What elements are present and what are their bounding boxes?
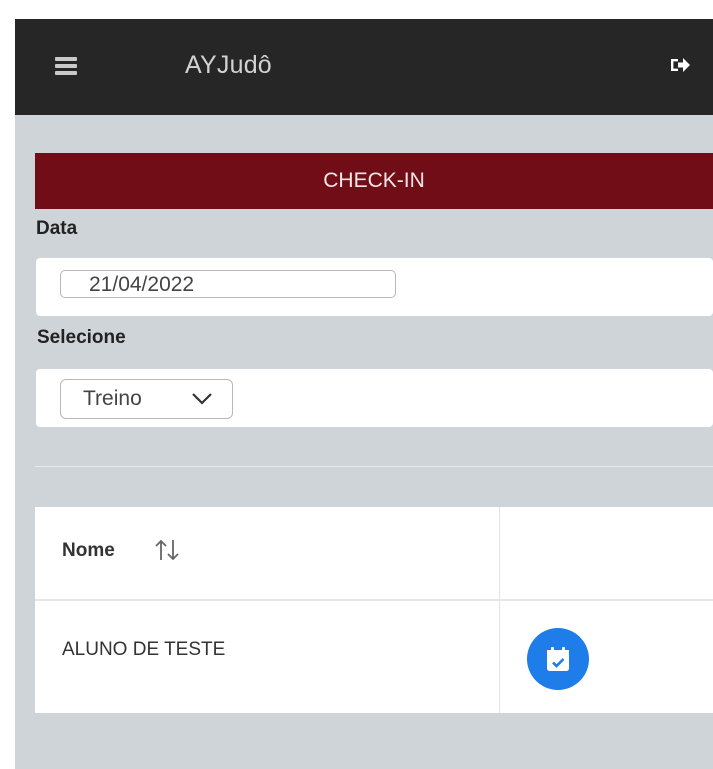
column-header-nome[interactable]: Nome — [62, 540, 115, 562]
calendar-check-icon — [547, 647, 569, 671]
app-frame: AYJudô CHECK-IN Data 21/04/2022 Selecion… — [15, 19, 713, 769]
student-name-cell: ALUNO DE TESTE — [62, 639, 226, 660]
date-card: 21/04/2022 — [36, 258, 713, 316]
checkin-banner: CHECK-IN — [35, 153, 713, 209]
top-navbar: AYJudô — [15, 19, 713, 115]
column-divider — [499, 507, 500, 713]
sort-arrows-icon[interactable] — [152, 537, 182, 563]
divider — [35, 466, 713, 467]
select-value: Treino — [83, 387, 142, 410]
header-divider — [35, 599, 713, 601]
select-card: Treino — [36, 369, 713, 427]
chevron-down-icon — [192, 393, 212, 405]
app-title: AYJudô — [185, 51, 272, 79]
checkin-button[interactable] — [527, 628, 589, 690]
date-input[interactable]: 21/04/2022 — [60, 270, 396, 298]
sign-out-icon[interactable] — [669, 56, 691, 74]
date-label: Data — [36, 218, 78, 239]
hamburger-menu-icon[interactable] — [55, 57, 77, 75]
students-table: Nome ALUNO DE TESTE — [35, 507, 713, 713]
session-type-select[interactable]: Treino — [60, 379, 233, 419]
select-label: Selecione — [37, 327, 126, 348]
